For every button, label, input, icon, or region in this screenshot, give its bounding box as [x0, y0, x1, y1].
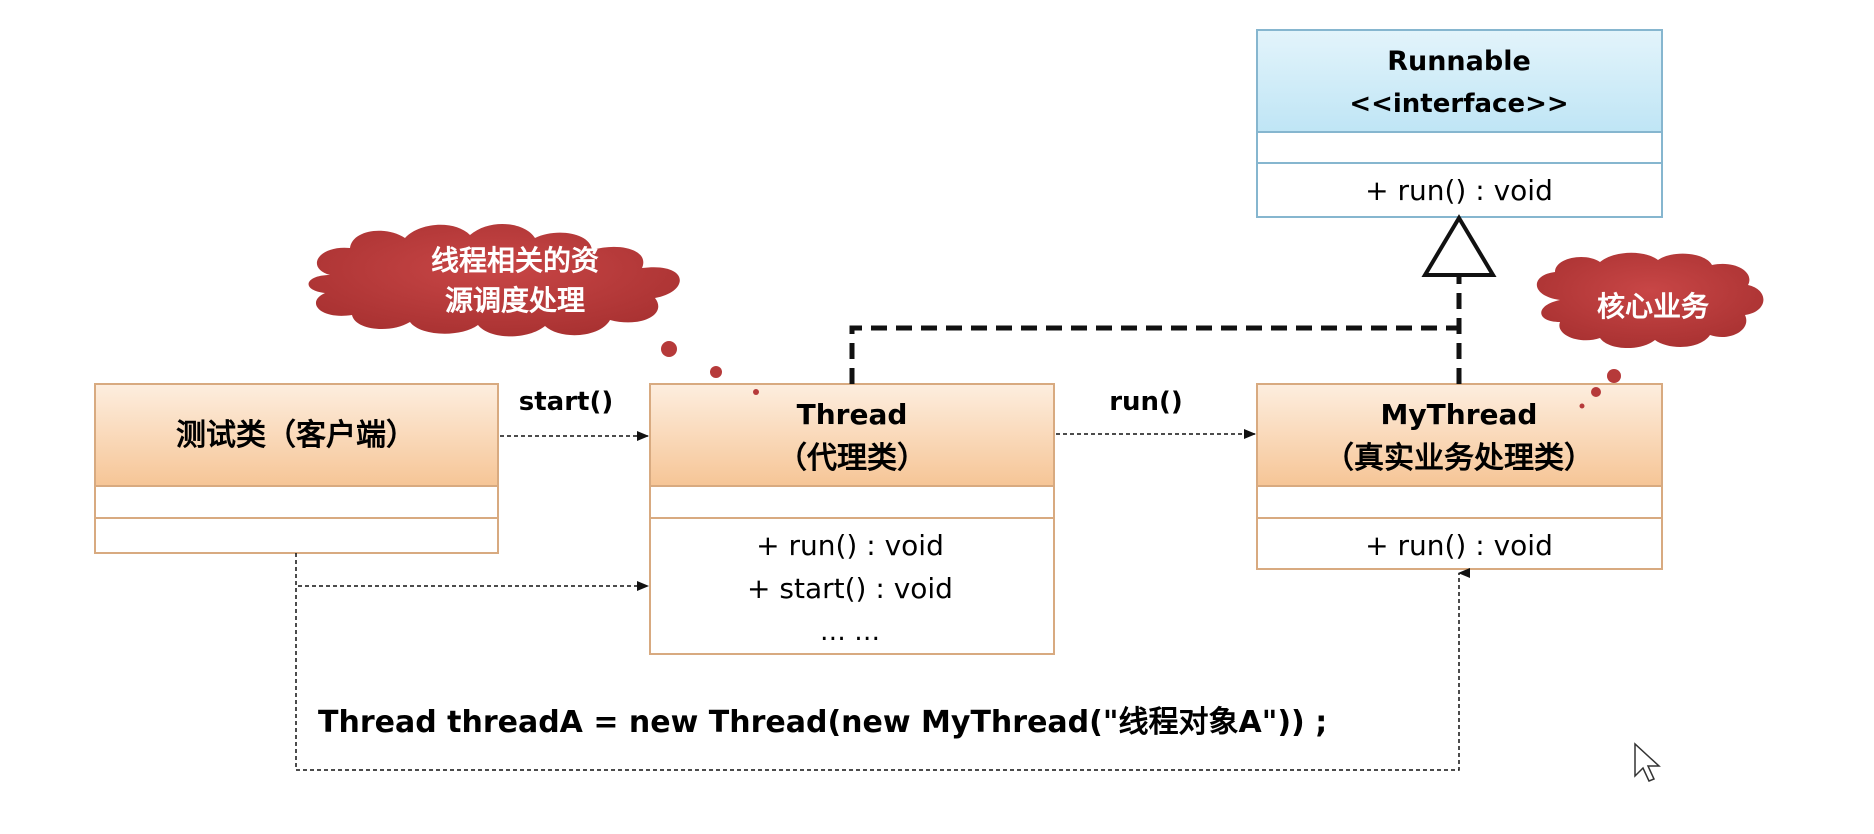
code-line: Thread threadA = new Thread(new MyThread… — [318, 705, 1327, 740]
mythread-subtitle: （真实业务处理类） — [1324, 441, 1594, 476]
start-label: start() — [519, 387, 613, 417]
client-name: 测试类（客户端） — [176, 418, 416, 453]
mouse-cursor-icon — [1634, 742, 1661, 782]
thread-note-line1: 线程相关的资 — [431, 244, 599, 277]
mythread-note: 核心业务 — [1597, 290, 1709, 323]
thread-method-run: + run() : void — [756, 529, 944, 562]
thread-method-ellipsis: … … — [820, 617, 880, 647]
thread-name: Thread — [797, 398, 908, 431]
realization-triangle-icon — [1421, 214, 1497, 277]
thread-subtitle: （代理类） — [777, 441, 927, 476]
run-label: run() — [1109, 387, 1183, 417]
mythread-cloud-bubble-small — [1579, 403, 1585, 409]
thread-note-cloud: 线程相关的资 源调度处理 — [308, 223, 759, 395]
runnable-method: + run() : void — [1365, 174, 1553, 207]
mythread-class: MyThread （真实业务处理类） + run() : void — [1256, 383, 1663, 570]
uml-diagram: Runnable <<interface>> + run() : void 测试… — [94, 29, 1764, 782]
thread-note-line2: 源调度处理 — [445, 284, 585, 317]
thread-cloud-bubble-small — [753, 389, 759, 395]
thread-cloud-shape — [308, 223, 680, 337]
mythread-cloud-bubble-large — [1607, 369, 1621, 383]
runnable-interface: Runnable <<interface>> + run() : void — [1256, 29, 1663, 218]
mythread-method-run: + run() : void — [1365, 529, 1553, 562]
realization-connector — [849, 214, 1497, 384]
thread-class: Thread （代理类） + run() : void + start() : … — [649, 383, 1055, 655]
thread-realization-line — [849, 325, 1459, 384]
client-class: 测试类（客户端） — [94, 383, 499, 554]
thread-cloud-bubble-medium — [710, 366, 722, 378]
thread-cloud-bubble-large — [661, 341, 677, 357]
uml-diagram-canvas: Runnable <<interface>> + run() : void 测试… — [0, 0, 1874, 834]
thread-method-start: + start() : void — [747, 572, 953, 605]
runnable-name: Runnable — [1387, 46, 1531, 77]
mythread-name: MyThread — [1381, 398, 1538, 431]
mythread-cloud-bubble-medium — [1591, 387, 1601, 397]
runnable-stereotype: <<interface>> — [1349, 89, 1568, 119]
